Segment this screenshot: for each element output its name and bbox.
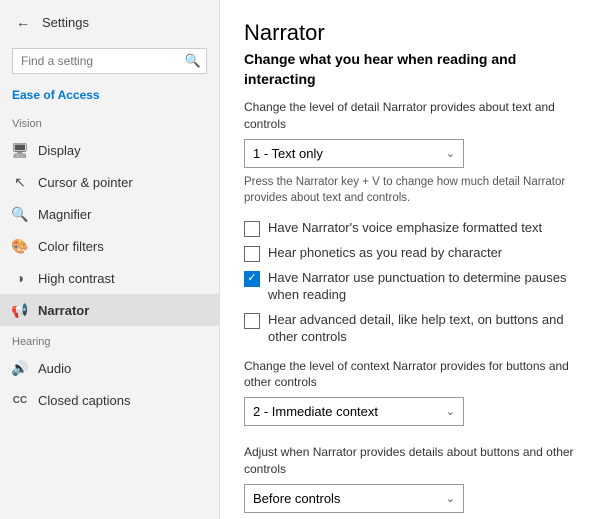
- page-title: Narrator: [244, 20, 576, 46]
- checkbox-1-label: Have Narrator's voice emphasize formatte…: [268, 220, 542, 237]
- sidebar-item-label: High contrast: [38, 271, 115, 286]
- section-vision-label: Vision: [0, 108, 219, 134]
- sidebar-item-label: Narrator: [38, 303, 89, 318]
- chevron-down-icon: ⌄: [446, 492, 455, 505]
- color-icon: 🎨: [12, 238, 28, 254]
- sidebar-item-label: Cursor & pointer: [38, 175, 133, 190]
- checkbox-group: Have Narrator's voice emphasize formatte…: [244, 220, 576, 346]
- sidebar-item-label: Color filters: [38, 239, 104, 254]
- settings-title: Settings: [42, 15, 89, 30]
- dropdown2-value: 2 - Immediate context: [253, 404, 378, 419]
- dropdown2-label: Change the level of context Narrator pro…: [244, 358, 576, 392]
- cursor-icon: ↖: [12, 174, 28, 190]
- captions-icon: CC: [12, 392, 28, 408]
- sidebar-item-high-contrast[interactable]: ◑ High contrast: [0, 262, 219, 294]
- magnifier-icon: 🔍: [12, 206, 28, 222]
- sidebar-item-label: Display: [38, 143, 81, 158]
- checkbox-item-2: Hear phonetics as you read by character: [244, 245, 576, 262]
- sidebar-item-cursor[interactable]: ↖ Cursor & pointer: [0, 166, 219, 198]
- checkbox-item-3: Have Narrator use punctuation to determi…: [244, 270, 576, 304]
- sidebar-item-label: Audio: [38, 361, 71, 376]
- main-content: Narrator Change what you hear when readi…: [220, 0, 600, 519]
- search-icon: 🔍: [185, 53, 201, 69]
- sidebar-item-audio[interactable]: 🔊 Audio: [0, 352, 219, 384]
- dropdown2[interactable]: 2 - Immediate context ⌄: [244, 397, 464, 426]
- sidebar-item-magnifier[interactable]: 🔍 Magnifier: [0, 198, 219, 230]
- sidebar-item-display[interactable]: 🖥 Display: [0, 134, 219, 166]
- audio-icon: 🔊: [12, 360, 28, 376]
- dropdown3[interactable]: Before controls ⌄: [244, 484, 464, 513]
- sidebar-header: ← Settings: [0, 0, 219, 44]
- checkbox-4[interactable]: [244, 313, 260, 329]
- search-input[interactable]: [12, 48, 207, 74]
- checkbox-item-4: Hear advanced detail, like help text, on…: [244, 312, 576, 346]
- back-button[interactable]: ←: [12, 10, 34, 34]
- checkbox-3-label: Have Narrator use punctuation to determi…: [268, 270, 576, 304]
- sidebar-item-label: Magnifier: [38, 207, 91, 222]
- display-icon: 🖥: [12, 142, 28, 158]
- section-hearing-label: Hearing: [0, 326, 219, 352]
- dropdown3-label: Adjust when Narrator provides details ab…: [244, 444, 576, 478]
- sidebar-item-captions[interactable]: CC Closed captions: [0, 384, 219, 416]
- sidebar: ← Settings 🔍 Ease of Access Vision 🖥 Dis…: [0, 0, 220, 519]
- contrast-icon: ◑: [12, 270, 28, 286]
- chevron-down-icon: ⌄: [446, 147, 455, 160]
- active-section-label: Ease of Access: [0, 82, 219, 108]
- search-box-container: 🔍: [12, 48, 207, 74]
- checkbox-3[interactable]: [244, 271, 260, 287]
- narrator-icon: 📢: [12, 302, 28, 318]
- dropdown1[interactable]: 1 - Text only ⌄: [244, 139, 464, 168]
- chevron-down-icon: ⌄: [446, 405, 455, 418]
- sidebar-item-label: Closed captions: [38, 393, 131, 408]
- dropdown1-hint: Press the Narrator key + V to change how…: [244, 174, 576, 206]
- dropdown3-value: Before controls: [253, 491, 340, 506]
- section1-heading: Change what you hear when reading and in…: [244, 50, 576, 89]
- checkbox-item-1: Have Narrator's voice emphasize formatte…: [244, 220, 576, 237]
- checkbox-2[interactable]: [244, 246, 260, 262]
- checkbox-2-label: Hear phonetics as you read by character: [268, 245, 502, 262]
- sidebar-item-narrator[interactable]: 📢 Narrator: [0, 294, 219, 326]
- dropdown1-value: 1 - Text only: [253, 146, 323, 161]
- dropdown1-label: Change the level of detail Narrator prov…: [244, 99, 576, 133]
- checkbox-1[interactable]: [244, 221, 260, 237]
- sidebar-item-color-filters[interactable]: 🎨 Color filters: [0, 230, 219, 262]
- checkbox-4-label: Hear advanced detail, like help text, on…: [268, 312, 576, 346]
